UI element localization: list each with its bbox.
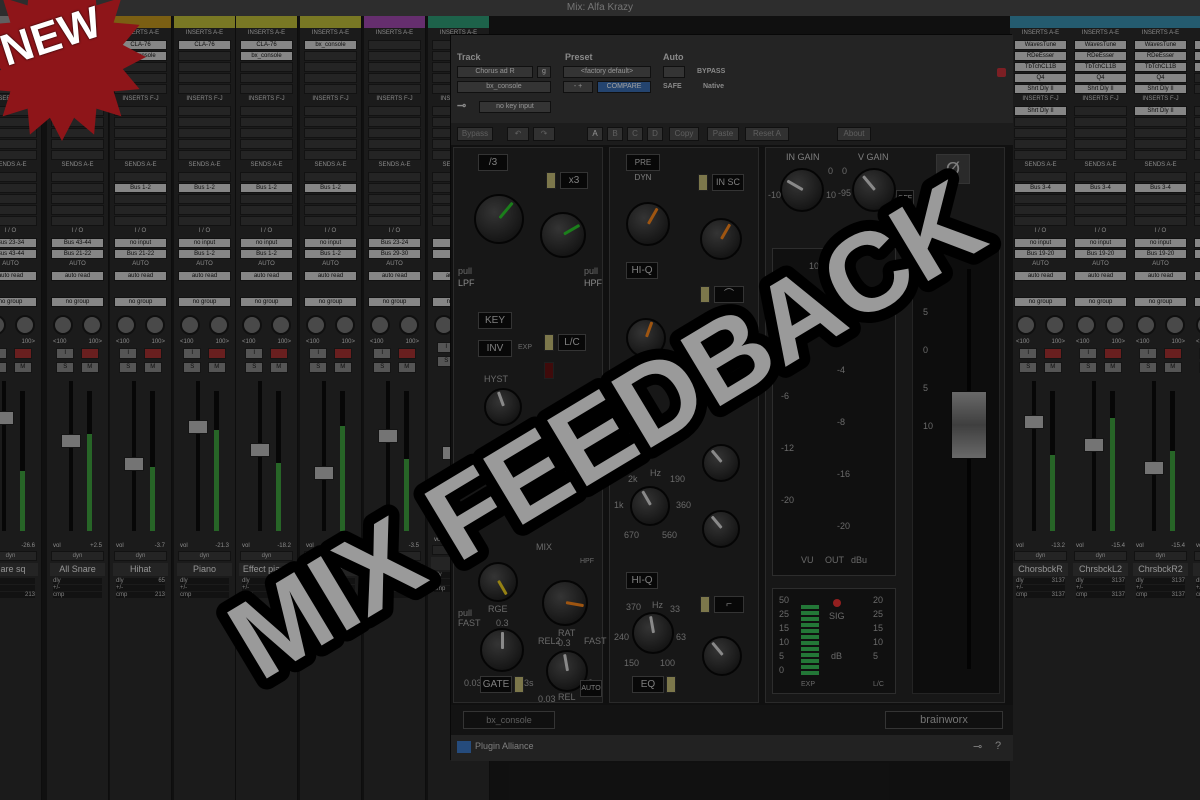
mix-feedback-overlay: MIX FEEDBACK (197, 146, 1014, 714)
new-badge: NEW (0, 0, 152, 142)
mix-feedback-text: MIX FEEDBACK (208, 157, 1003, 703)
